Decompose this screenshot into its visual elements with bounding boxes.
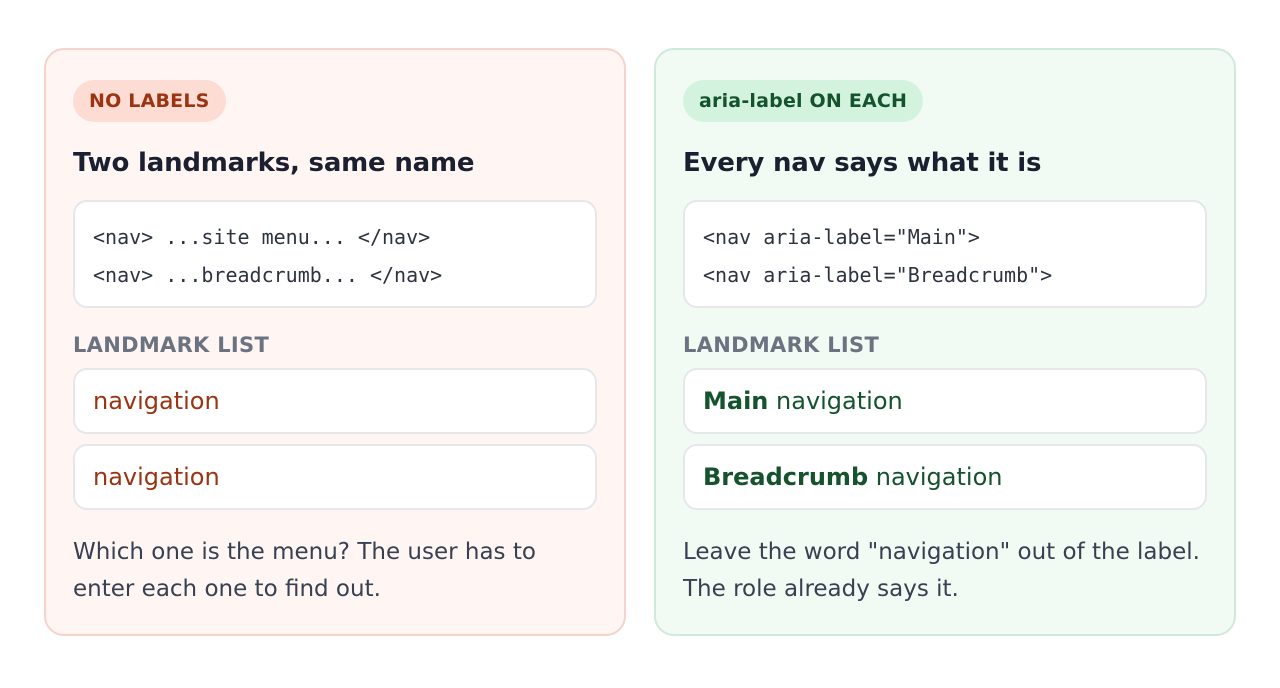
code-line: <nav aria-label="Main">	[703, 225, 980, 249]
landmark-list-item: navigation	[73, 368, 597, 434]
code-line: <nav> ...breadcrumb... </nav>	[93, 263, 443, 287]
code-line: <nav aria-label="Breadcrumb">	[703, 263, 1053, 287]
no-labels-card: NO LABELS Two landmarks, same name <nav>…	[44, 48, 626, 636]
landmark-role: navigation	[93, 387, 220, 415]
code-sample: <nav> ...site menu... </nav> <nav> ...br…	[73, 200, 597, 308]
card-title: Two landmarks, same name	[73, 148, 475, 178]
landmark-list-label: LANDMARK LIST	[73, 333, 270, 357]
landmark-list-item: Breadcrumb navigation	[683, 444, 1207, 510]
code-line: <nav> ...site menu... </nav>	[93, 225, 431, 249]
no-labels-badge: NO LABELS	[73, 80, 226, 122]
landmark-name: Breadcrumb	[703, 463, 869, 491]
landmark-list-item: Main navigation	[683, 368, 1207, 434]
aria-label-badge: aria-label ON EACH	[683, 80, 924, 122]
landmark-role: navigation	[868, 463, 1003, 491]
comparison-cards: NO LABELS Two landmarks, same name <nav>…	[44, 48, 1236, 636]
landmark-list-item: navigation	[73, 444, 597, 510]
landmark-role: navigation	[768, 387, 903, 415]
landmark-name: Main	[703, 387, 769, 415]
aria-label-card: aria-label ON EACH Every nav says what i…	[654, 48, 1236, 636]
card-title: Every nav says what it is	[683, 148, 1042, 178]
code-sample: <nav aria-label="Main"> <nav aria-label=…	[683, 200, 1207, 308]
landmark-role: navigation	[93, 463, 220, 491]
card-note: Which one is the menu? The user has to e…	[73, 539, 536, 602]
card-note: Leave the word "navigation" out of the l…	[683, 539, 1200, 602]
landmark-list-label: LANDMARK LIST	[683, 333, 880, 357]
